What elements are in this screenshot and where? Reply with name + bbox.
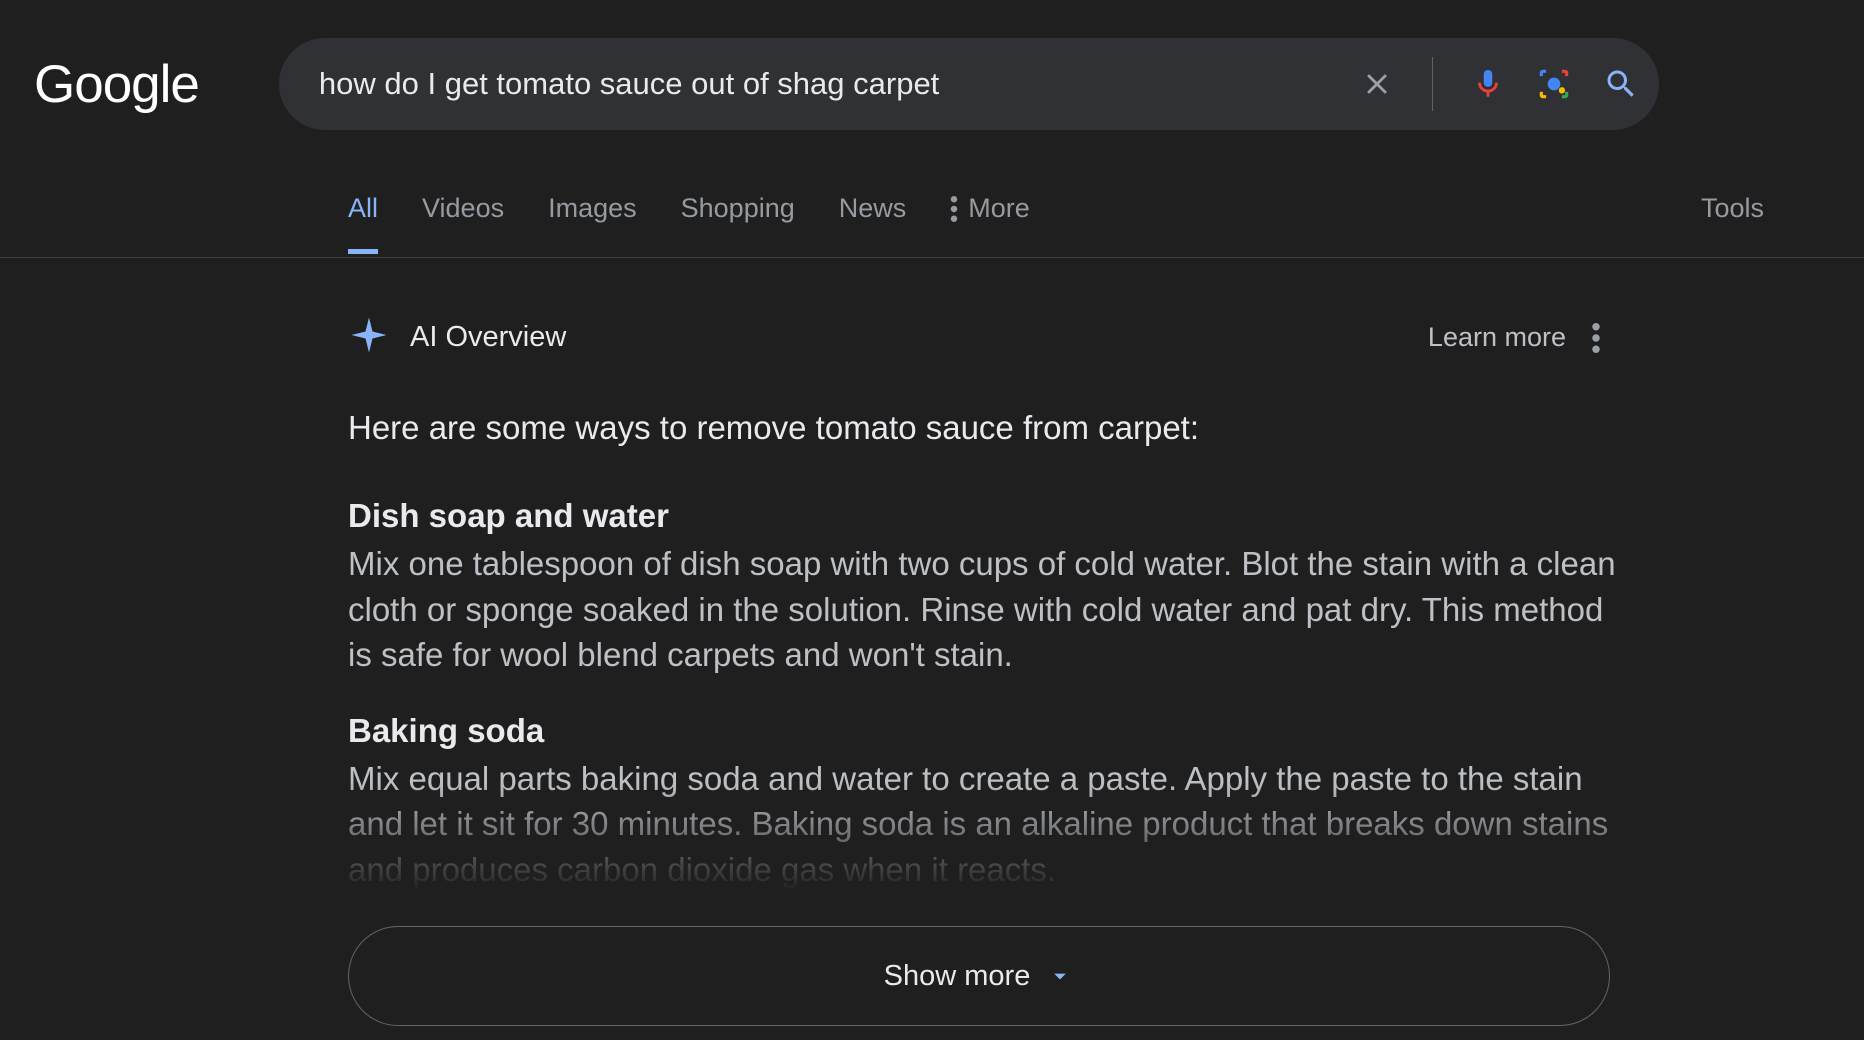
sparkle-icon	[348, 314, 390, 361]
tab-news[interactable]: News	[839, 193, 907, 252]
tab-shopping[interactable]: Shopping	[681, 193, 795, 252]
tab-more-label: More	[968, 193, 1030, 224]
section-title: Baking soda	[348, 712, 1620, 750]
chevron-down-icon	[1046, 962, 1074, 990]
section-body: Mix one tablespoon of dish soap with two…	[348, 541, 1620, 678]
tabs: All Videos Images Shopping News More Too…	[0, 188, 1864, 258]
divider	[1432, 57, 1433, 111]
tab-videos[interactable]: Videos	[422, 193, 504, 252]
show-more-label: Show more	[884, 960, 1031, 993]
more-vert-icon	[950, 196, 958, 222]
search-bar	[279, 38, 1659, 130]
tab-all[interactable]: All	[348, 193, 378, 252]
show-more-button[interactable]: Show more	[348, 926, 1610, 1026]
tab-more[interactable]: More	[950, 193, 1030, 252]
lens-search-icon[interactable]	[1535, 65, 1573, 103]
google-logo[interactable]: Google	[34, 54, 199, 115]
ai-section: Baking soda Mix equal parts baking soda …	[348, 712, 1620, 893]
more-options-icon[interactable]	[1592, 323, 1600, 353]
search-input[interactable]	[319, 66, 1340, 102]
clear-icon[interactable]	[1360, 67, 1394, 101]
search-icon[interactable]	[1603, 66, 1639, 102]
ai-overview-title: AI Overview	[410, 321, 566, 354]
section-title: Dish soap and water	[348, 497, 1620, 535]
tools-button[interactable]: Tools	[1701, 193, 1764, 252]
ai-section: Dish soap and water Mix one tablespoon o…	[348, 497, 1620, 678]
learn-more-link[interactable]: Learn more	[1428, 322, 1566, 353]
voice-search-icon[interactable]	[1471, 63, 1505, 105]
tab-images[interactable]: Images	[548, 193, 637, 252]
ai-intro: Here are some ways to remove tomato sauc…	[348, 405, 1620, 451]
section-body: Mix equal parts baking soda and water to…	[348, 756, 1620, 893]
